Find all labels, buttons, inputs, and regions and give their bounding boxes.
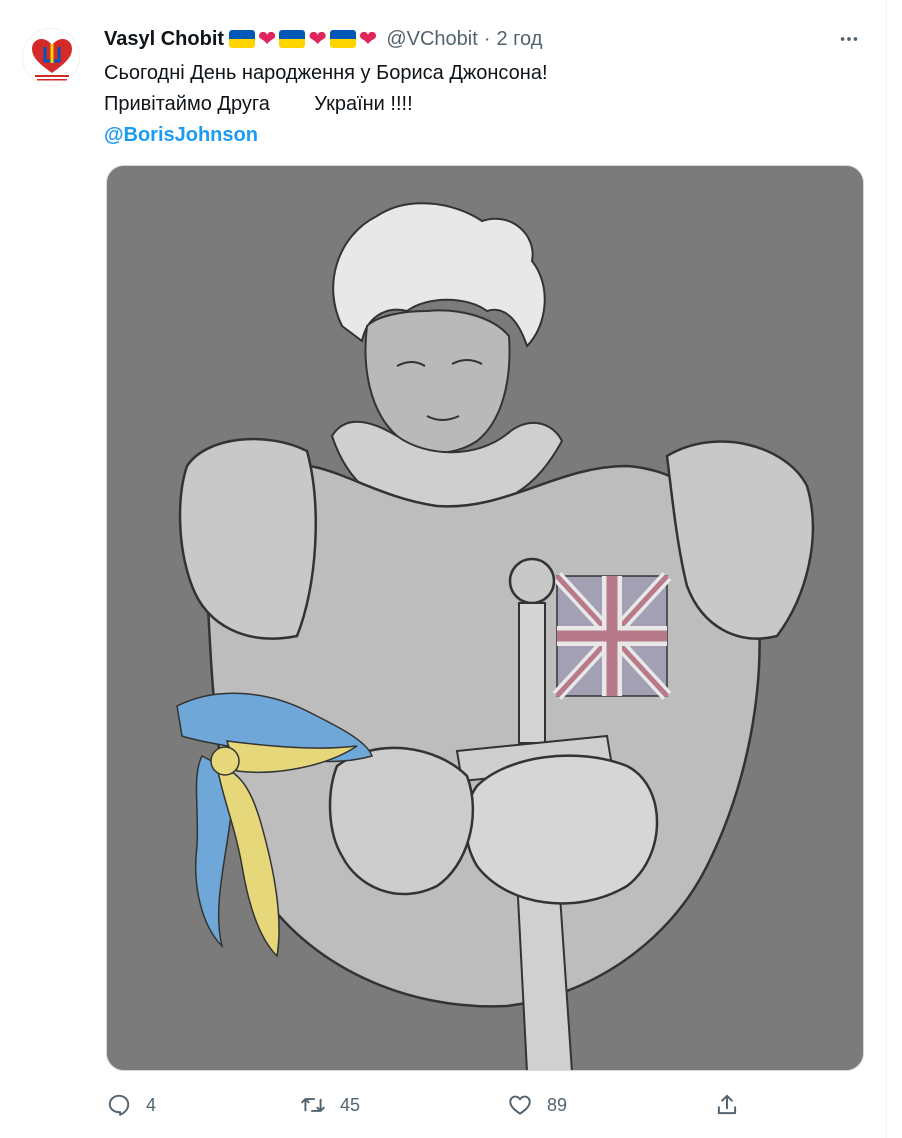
reply-count: 4: [146, 1094, 157, 1115]
retweet-icon: [301, 1098, 325, 1112]
ukraine-flag-icon: [329, 30, 356, 48]
retweet-count: 45: [340, 1094, 361, 1115]
tweet-image[interactable]: [106, 165, 864, 1071]
retweet-button[interactable]: 45: [300, 1088, 360, 1122]
reply-icon: [108, 1094, 130, 1116]
tweet-actions: 4 45 89: [104, 1088, 764, 1122]
share-button[interactable]: [714, 1088, 740, 1122]
tweet-text-line: Привітаймо Друга України !!!!: [104, 93, 413, 115]
more-dots-icon: [840, 37, 858, 41]
author-handle[interactable]: @VChobit: [386, 28, 477, 51]
header-separator: ·: [483, 27, 491, 50]
like-count: 89: [547, 1094, 568, 1115]
ukraine-flag-icon: [229, 30, 256, 48]
share-icon: [717, 1094, 737, 1115]
red-heart-icon: ❤: [308, 26, 327, 51]
author-avatar[interactable]: [22, 28, 80, 86]
more-options-button[interactable]: [832, 24, 866, 54]
author-display-name[interactable]: Vasyl Chobit: [104, 28, 224, 51]
heart-logo-icon: [32, 39, 72, 81]
timeline-border: [886, 0, 887, 1138]
union-jack-patch: [552, 571, 672, 701]
tweet-text: Сьогодні День народження у Бориса Джонсо…: [104, 58, 864, 151]
tweet-header: Vasyl Chobit ❤ ❤ ❤ @VChobit · 2 год: [104, 24, 866, 54]
ukraine-flag-icon: [279, 30, 306, 48]
mention-link[interactable]: @BorisJohnson: [104, 124, 258, 146]
heart-outline-icon: [509, 1095, 531, 1115]
tweet[interactable]: Vasyl Chobit ❤ ❤ ❤ @VChobit · 2 год Сьог…: [0, 0, 886, 1138]
tweet-timestamp[interactable]: 2 год: [496, 28, 542, 51]
red-heart-icon: ❤: [258, 26, 277, 51]
red-heart-icon: ❤: [358, 26, 378, 51]
name-emoji-badges: ❤ ❤ ❤: [229, 28, 378, 50]
tweet-text-line: Сьогодні День народження у Бориса Джонсо…: [104, 62, 548, 84]
knight-portrait-illustration: [107, 166, 863, 1070]
like-button[interactable]: 89: [507, 1088, 567, 1122]
reply-button[interactable]: 4: [106, 1088, 156, 1122]
